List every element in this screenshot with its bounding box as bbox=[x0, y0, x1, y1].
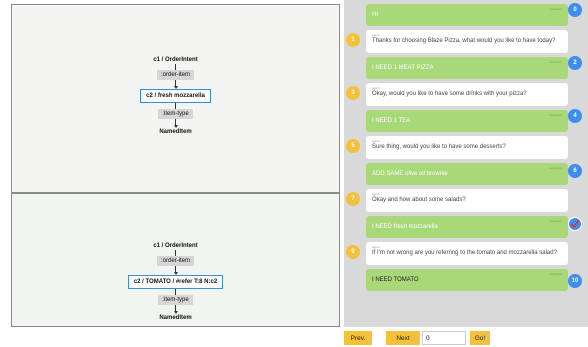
agent-message: agent Thanks for choosing Blaze Pizza, w… bbox=[366, 30, 568, 53]
turn-number-badge[interactable]: 9 bbox=[346, 245, 360, 259]
graph-node-order-intent: c1 / OrderIntent bbox=[153, 243, 198, 249]
turn-number-badge[interactable]: 2 bbox=[568, 56, 582, 70]
message-text: I NEED 1 MEAT PIZZA bbox=[372, 65, 434, 71]
graph-node-named-item: NamedItem bbox=[159, 129, 192, 135]
customer-message: customer I NEED 1 MEAT PIZZA bbox=[366, 57, 568, 79]
agent-message: agent If I'm not wrong are you referring… bbox=[366, 242, 568, 265]
message-text: Thanks for choosing Blaze Pizza, what wo… bbox=[372, 38, 556, 44]
graph-panel-previous: c1 / OrderIntent :order-item c2 / fresh … bbox=[11, 4, 340, 193]
go-button[interactable]: Go! bbox=[470, 331, 490, 345]
check-icon bbox=[570, 220, 580, 228]
turn-number-badge[interactable]: 1 bbox=[346, 33, 360, 47]
graph-edge-label-item-type: :item-type bbox=[158, 109, 193, 119]
message-text: Okay and how about some salads? bbox=[372, 197, 466, 203]
turn-number-badge[interactable]: 4 bbox=[568, 109, 582, 123]
message-text: HI bbox=[372, 12, 378, 18]
customer-message: customer HI bbox=[366, 4, 568, 26]
prev-button[interactable]: Prev. bbox=[344, 331, 372, 345]
next-button[interactable]: Next bbox=[386, 331, 420, 345]
chat-transcript[interactable]: customer HI 0 agent Thanks for choosing … bbox=[344, 0, 588, 327]
graph-edge-label-item-type: :item-type bbox=[158, 295, 193, 305]
turn-number-badge[interactable]: 7 bbox=[346, 192, 360, 206]
graph-node-order-intent: c1 / OrderIntent bbox=[153, 57, 198, 63]
message-text: ADD SAME olive oil brownie bbox=[372, 171, 448, 177]
message-text: If I'm not wrong are you referring to th… bbox=[372, 250, 557, 256]
graph-node-highlighted: c2 / TOMATO / #refer T:8 N:c2 bbox=[127, 275, 224, 289]
customer-message: customer ADD SAME olive oil brownie bbox=[366, 163, 568, 185]
semantic-graph: c1 / OrderIntent :order-item c2 / TOMATO… bbox=[12, 242, 339, 322]
turn-number-badge[interactable]: 3 bbox=[346, 86, 360, 100]
graph-edge-label-order-item: :order-item bbox=[156, 70, 194, 80]
agent-message: agent Okay, would you like to have some … bbox=[366, 83, 568, 106]
graph-panel-current: c1 / OrderIntent :order-item c2 / TOMATO… bbox=[11, 193, 340, 327]
turn-number-badge[interactable]: 10 bbox=[568, 274, 582, 288]
turn-checked-badge[interactable] bbox=[568, 217, 582, 231]
semantic-graph: c1 / OrderIntent :order-item c2 / fresh … bbox=[12, 56, 339, 136]
page-number-input[interactable] bbox=[422, 331, 466, 345]
turn-number-badge[interactable]: 6 bbox=[568, 164, 582, 178]
customer-message: customer I NEED fresh mozzarella bbox=[366, 216, 568, 238]
message-text: Okay, would you like to have some drinks… bbox=[372, 91, 527, 97]
graph-edge-label-order-item: :order-item bbox=[156, 256, 194, 266]
turn-number-badge[interactable]: 0 bbox=[568, 3, 582, 17]
message-text: I NEED 1 TEA bbox=[372, 118, 411, 124]
turn-number-badge[interactable]: 5 bbox=[346, 139, 360, 153]
message-text: I NEED fresh mozzarella bbox=[372, 224, 438, 230]
graph-node-named-item: NamedItem bbox=[159, 315, 192, 321]
customer-message: customer I NEED 1 TEA bbox=[366, 110, 568, 132]
agent-message: agent Okay and how about some salads? bbox=[366, 189, 568, 212]
graph-node-highlighted: c2 / fresh mozzarella bbox=[140, 89, 211, 103]
message-text: Sure thing, would you like to have some … bbox=[372, 144, 506, 150]
agent-message: agent Sure thing, would you like to have… bbox=[366, 136, 568, 159]
message-text: I NEED TOMATO bbox=[372, 277, 419, 283]
customer-message: customer I NEED TOMATO bbox=[366, 269, 568, 291]
